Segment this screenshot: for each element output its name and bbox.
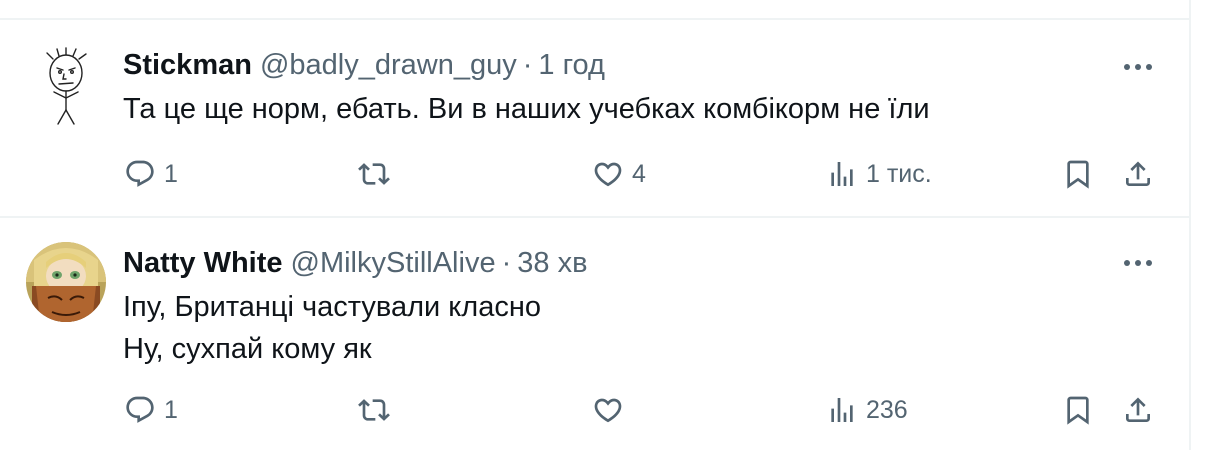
more-icon	[1124, 64, 1152, 70]
reply-count: 1	[164, 159, 178, 188]
like-button[interactable]: 4	[592, 154, 646, 194]
more-icon	[1124, 260, 1152, 266]
post-text: Іпу, Британці частували класно Ну, сухпа…	[123, 286, 541, 370]
share-icon	[1126, 161, 1150, 186]
bookmark-icon	[1067, 396, 1089, 425]
post-timestamp[interactable]: 38 хв	[517, 247, 587, 280]
bookmark-button[interactable]	[1062, 390, 1094, 430]
avatar[interactable]	[26, 46, 106, 126]
like-button[interactable]	[592, 390, 632, 430]
bookmark-icon	[1067, 160, 1089, 189]
views-icon	[831, 398, 853, 422]
views-button[interactable]: 236	[826, 390, 908, 430]
stickman-avatar-image	[26, 46, 106, 126]
views-button[interactable]: 1 тис.	[826, 154, 932, 194]
post-text-line: Та це ще норм, ебать. Ви в наших учебках…	[123, 93, 930, 125]
reply-icon	[126, 396, 154, 423]
post-header: Stickman @badly_drawn_guy · 1 год	[123, 45, 605, 85]
anime-avatar-image	[26, 242, 106, 322]
post[interactable]: Stickman @badly_drawn_guy · 1 год Та це …	[0, 20, 1189, 216]
heart-icon	[594, 398, 622, 423]
separator-dot: ·	[522, 48, 533, 81]
reply-button[interactable]: 1	[124, 154, 178, 194]
reply-icon	[126, 160, 154, 187]
views-count: 236	[866, 395, 908, 424]
user-handle[interactable]: @MilkyStillAlive	[291, 247, 496, 280]
post-text-line: Іпу, Британці частували класно	[123, 291, 541, 323]
views-icon	[831, 162, 853, 186]
action-bar: 1 236	[0, 390, 1189, 430]
post-timestamp[interactable]: 1 год	[538, 49, 605, 82]
repost-icon	[358, 399, 390, 421]
repost-button[interactable]	[358, 154, 398, 194]
display-name[interactable]: Natty White	[123, 247, 283, 280]
share-icon	[1126, 397, 1150, 422]
reply-count: 1	[164, 395, 178, 424]
views-count: 1 тис.	[866, 159, 932, 188]
separator-dot: ·	[501, 246, 512, 279]
post-header: Natty White @MilkyStillAlive · 38 хв	[123, 243, 587, 283]
more-button[interactable]	[1118, 248, 1158, 278]
share-button[interactable]	[1122, 390, 1154, 430]
like-count: 4	[632, 159, 646, 188]
more-button[interactable]	[1118, 52, 1158, 82]
repost-button[interactable]	[358, 390, 398, 430]
reply-button[interactable]: 1	[124, 390, 178, 430]
display-name[interactable]: Stickman	[123, 49, 252, 82]
user-handle[interactable]: @badly_drawn_guy	[260, 49, 517, 82]
bookmark-button[interactable]	[1062, 154, 1094, 194]
post-text: Та це ще норм, ебать. Ви в наших учебках…	[123, 88, 930, 130]
action-bar: 1 4 1 тис.	[0, 154, 1189, 194]
timeline-right-border	[1189, 0, 1191, 450]
avatar[interactable]	[26, 242, 106, 322]
post-text-line: Ну, сухпай кому як	[123, 333, 372, 365]
repost-icon	[358, 163, 390, 185]
post[interactable]: Natty White @MilkyStillAlive · 38 хв Іпу…	[0, 218, 1189, 450]
share-button[interactable]	[1122, 154, 1154, 194]
heart-icon	[594, 162, 622, 187]
